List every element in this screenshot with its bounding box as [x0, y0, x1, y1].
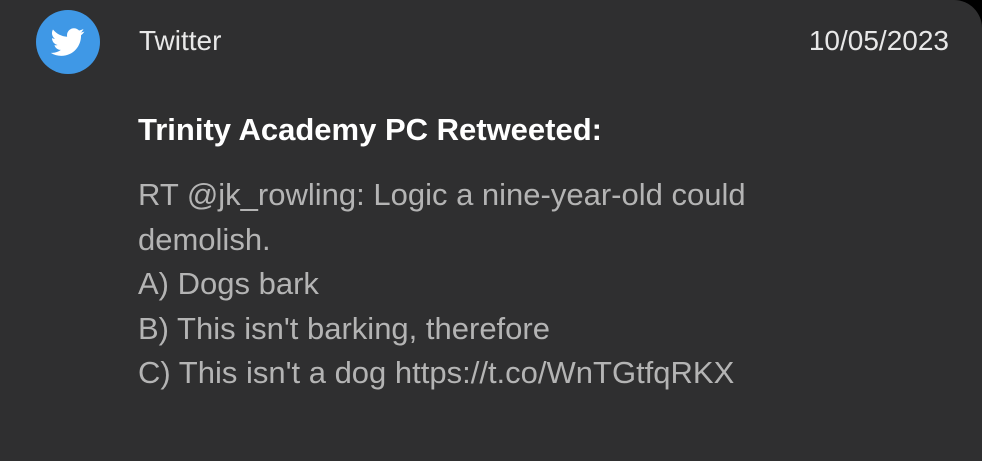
body-line: B) This isn't barking, therefore	[138, 310, 550, 346]
twitter-bird-glyph	[51, 28, 85, 56]
app-name: Twitter	[139, 25, 222, 56]
body-line: demolish.	[138, 221, 271, 257]
twitter-bird-icon	[36, 10, 100, 74]
notification-card[interactable]: Twitter 10/05/2023 Trinity Academy PC Re…	[0, 0, 982, 461]
notification-timestamp: 10/05/2023	[808, 25, 949, 56]
notification-body: RT @jk_rowling: Logic a nine-year-old co…	[138, 173, 938, 396]
body-line: RT @jk_rowling: Logic a nine-year-old co…	[138, 177, 746, 212]
notification-title: Trinity Academy PC Retweeted:	[138, 112, 602, 147]
body-line: A) Dogs bark	[138, 266, 319, 301]
body-line-with-link[interactable]: C) This isn't a dog https://t.co/WnTGtfq…	[138, 351, 938, 396]
